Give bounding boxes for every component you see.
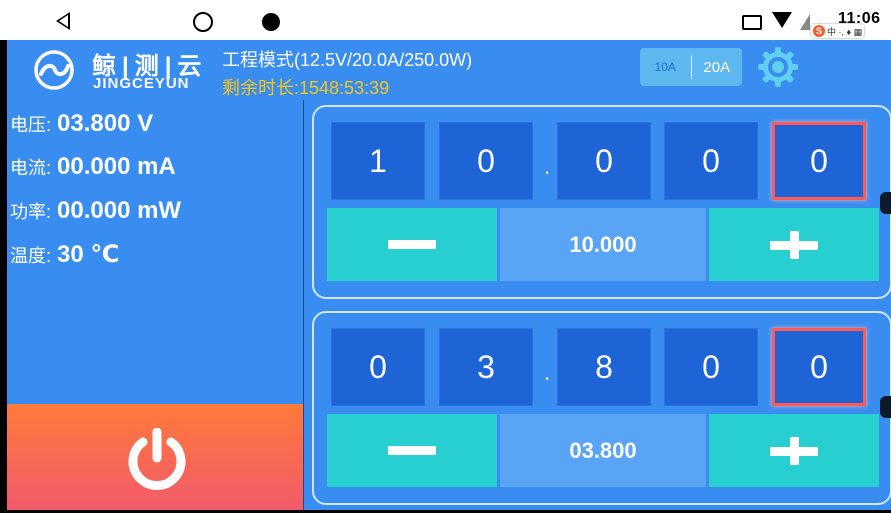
current-digit-3[interactable]: 0 (557, 122, 651, 200)
current-digit-5[interactable]: 0 (772, 122, 866, 200)
current-digit-1[interactable]: 1 (331, 122, 425, 200)
current-digit-4[interactable]: 0 (664, 122, 758, 200)
range-divider (690, 55, 692, 79)
voltage-setpoint: 03.800 (500, 414, 706, 487)
remaining-time-label: 剩余时长: (222, 78, 300, 98)
power-reading: 功率: 00.000 mW (10, 197, 181, 225)
current-decrement-button[interactable] (327, 208, 497, 281)
power-value: 00.000 mW (57, 197, 182, 224)
status-bar: 11:06 S 中 ·, ♦ ▦ (0, 0, 891, 40)
ime-logo-icon: S (813, 25, 825, 37)
current-setpoint: 10.000 (500, 208, 706, 281)
app-header: 鲸|测|云 JINGCEYUN 工程模式(12.5V/20.0A/250.0W)… (7, 40, 891, 100)
voltage-label: 电压: (10, 115, 52, 135)
voltage-decrement-button[interactable] (327, 414, 497, 487)
cast-icon (742, 15, 762, 30)
voltage-value: 03.800 V (57, 110, 154, 137)
temperature-label: 温度: (10, 246, 52, 266)
range-option-20a[interactable]: 20A (692, 48, 743, 86)
minus-icon (388, 240, 436, 249)
voltage-setting-card: 0 3 . 8 0 0 03.800 (312, 311, 891, 505)
current-increment-button[interactable] (709, 208, 879, 281)
minus-icon (388, 446, 436, 455)
current-setting-card: 1 0 . 0 0 0 10.000 (312, 105, 891, 299)
voltage-digit-5[interactable]: 0 (772, 328, 866, 406)
range-option-10a[interactable]: 10A (640, 48, 691, 86)
voltage-increment-button[interactable] (709, 414, 879, 487)
voltage-digit-2[interactable]: 3 (439, 328, 533, 406)
nav-home-icon[interactable] (193, 12, 213, 32)
remaining-time-value: 1548:53:39 (299, 78, 390, 98)
power-icon (128, 428, 186, 490)
power-button[interactable] (7, 404, 304, 510)
plus-icon (770, 427, 818, 475)
current-digit-2[interactable]: 0 (439, 122, 533, 200)
voltage-unit-tab: V (880, 396, 891, 418)
voltage-digit-4[interactable]: 0 (664, 328, 758, 406)
readout-panel: 电压: 03.800 V 电流: 00.000 mA 功率: 00.000 mW… (7, 100, 304, 404)
plus-icon (770, 221, 818, 269)
settings-panel: 1 0 . 0 0 0 10.000 0 3 . 8 0 0 03.800 (304, 100, 891, 510)
current-unit-tab: A (880, 192, 891, 214)
current-label: 电流: (10, 158, 52, 178)
current-decimal-point: . (543, 154, 551, 179)
cloud-logo-icon (34, 50, 74, 90)
remaining-time: 剩余时长:1548:53:39 (222, 74, 389, 100)
mode-label: 工程模式(12.5V/20.0A/250.0W) (222, 50, 473, 70)
voltage-decimal-point: . (543, 360, 551, 385)
power-label: 功率: (10, 202, 52, 222)
temperature-value: 30 ℃ (57, 241, 120, 268)
ime-toolbar[interactable]: S 中 ·, ♦ ▦ (811, 24, 865, 38)
range-toggle: 10A 20A (640, 48, 742, 86)
nav-recents-icon[interactable] (262, 13, 280, 31)
ime-toolbar-text: 中 ·, ♦ ▦ (827, 26, 863, 37)
gear-icon[interactable] (756, 45, 800, 89)
wifi-icon (772, 12, 792, 28)
voltage-digit-3[interactable]: 8 (557, 328, 651, 406)
nav-back-icon[interactable] (56, 12, 70, 30)
signal-icon (800, 14, 810, 30)
voltage-digit-1[interactable]: 0 (331, 328, 425, 406)
temperature-reading: 温度: 30 ℃ (10, 240, 119, 269)
brand-name-en: JINGCEYUN (93, 75, 190, 92)
current-reading: 电流: 00.000 mA (10, 153, 176, 181)
current-value: 00.000 mA (57, 153, 176, 180)
voltage-reading: 电压: 03.800 V (10, 110, 153, 138)
